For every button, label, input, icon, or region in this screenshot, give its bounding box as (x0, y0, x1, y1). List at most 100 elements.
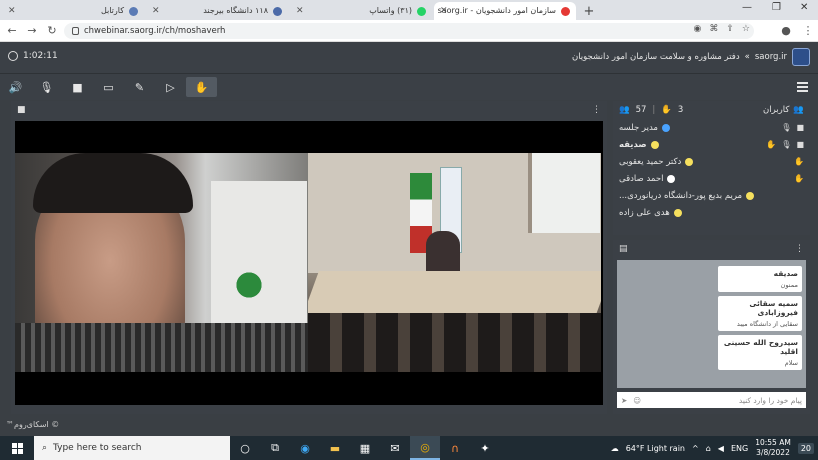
browser-menu-icon[interactable]: ⋮ (800, 24, 816, 37)
camera-icon: ■ (72, 80, 83, 94)
volume-icon[interactable]: ◀ (718, 444, 724, 453)
mail-icon[interactable]: ✉ (380, 436, 410, 460)
users-icon: 👥 (793, 105, 804, 115)
panel-options-icon[interactable]: ⋮ (795, 244, 804, 254)
store-icon[interactable]: ▦ (350, 436, 380, 460)
emoji-icon[interactable]: ☺ (633, 396, 641, 405)
message-text: سقایی از دانشگاه میبد (736, 320, 798, 328)
tab-title: سازمان امور دانشجویان - saorg.ir (437, 6, 556, 15)
app-icon[interactable]: ∩ (440, 436, 470, 460)
app-icon[interactable]: ✦ (470, 436, 500, 460)
user-name: مدیر جلسه (619, 122, 658, 133)
network-icon[interactable]: ⌂ (706, 444, 711, 453)
hand-icon: ✋ (794, 174, 804, 183)
message-author: صدیقه (773, 269, 798, 278)
mic-icon[interactable]: 🎙 (781, 140, 791, 149)
language-indicator[interactable]: ENG (731, 444, 748, 453)
site-name[interactable]: saorg.ir (755, 52, 787, 62)
close-icon[interactable]: ✕ (8, 6, 16, 16)
file-explorer-icon[interactable]: ▬ (320, 436, 350, 460)
chevron-up-icon[interactable]: ^ (692, 444, 699, 453)
task-view-icon[interactable]: ⧉ (260, 436, 290, 460)
camera-permission-icon[interactable]: ◉ (694, 24, 702, 34)
user-row[interactable]: هدی علی زاده (613, 204, 810, 221)
star-icon[interactable]: ☆ (742, 24, 750, 34)
minimize-icon[interactable]: — (742, 2, 752, 13)
screen-share-icon: ▭ (103, 80, 114, 94)
chat-panel: ▤ ⋮ صدیقه ممنون سمیه سقائی فیروزابادی سق… (613, 240, 810, 414)
app-footer: ™اسکای‌روم © (0, 414, 818, 436)
hand-icon: ✋ (766, 140, 777, 149)
user-row[interactable]: مریم بدیع پور-دانشگاه دریانوردی... (613, 187, 810, 204)
media-button[interactable]: ▷ (155, 77, 186, 97)
speaker-button[interactable]: 🔊 (0, 77, 31, 97)
clock-date: 3/8/2022 (756, 448, 790, 457)
browser-tab-bar: کارتابل ✕ ۱۱۸ دانشگاه بیرجند ✕ (۳۱) واتس… (0, 0, 818, 20)
start-button[interactable] (0, 436, 34, 460)
hand-count-icon: ✋ (661, 105, 672, 115)
url-field[interactable]: chwebinar.saorg.ir/ch/moshaverh ◉ ⌘ ⇪ ☆ (64, 23, 754, 39)
user-row[interactable]: احمد صادقی ✋ (613, 170, 810, 187)
close-icon[interactable]: ✕ (296, 6, 304, 16)
profile-icon[interactable]: ● (778, 24, 794, 37)
system-tray: ☁ 64°F Light rain ^ ⌂ ◀ ENG 10:55 AM 3/8… (611, 436, 814, 460)
room-breadcrumb: saorg.ir » دفتر مشاوره و سلامت سازمان ام… (572, 48, 810, 66)
chat-panel-header: ▤ ⋮ (613, 240, 810, 258)
raise-hand-button[interactable]: ✋ (186, 77, 217, 97)
meeting-room-window (528, 153, 600, 233)
chat-messages[interactable]: صدیقه ممنون سمیه سقائی فیروزابادی سقایی … (617, 260, 806, 388)
cam-icon[interactable]: ■ (796, 123, 804, 132)
tab-favicon (417, 7, 426, 16)
new-tab-button[interactable]: + (580, 2, 598, 20)
weather-text[interactable]: 64°F Light rain (626, 444, 685, 453)
edge-icon[interactable]: ◉ (290, 436, 320, 460)
video-stage (15, 121, 603, 405)
browser-tab-active[interactable]: سازمان امور دانشجویان - saorg.ir ✕ (434, 2, 576, 20)
tab-favicon (129, 7, 138, 16)
camera-button[interactable]: ■ (62, 77, 93, 97)
video-panel-header: ■ ⋮ (11, 101, 607, 119)
video-panel: ■ ⋮ (11, 101, 607, 414)
microphone-button[interactable]: 🎙 (31, 77, 62, 97)
cam-icon[interactable]: ■ (796, 140, 804, 149)
users-panel: 👥 کاربران 👥 57 | ✋ 3 مدیر جلسه 🎙 ■ صدیقه … (613, 101, 810, 235)
organization-logo (792, 48, 810, 66)
taskbar-clock[interactable]: 10:55 AM 3/8/2022 (755, 438, 791, 458)
clock-icon (8, 51, 18, 61)
tab-title: (۳۱) واتساپ (369, 6, 412, 15)
translate-icon[interactable]: ⌘ (709, 24, 718, 34)
browser-tab[interactable]: کارتابل ✕ (2, 2, 144, 20)
notification-count[interactable]: 20 (797, 442, 814, 454)
chrome-icon[interactable]: ◎ (410, 436, 440, 460)
share-icon[interactable]: ⇪ (726, 24, 734, 34)
back-icon[interactable]: ← (4, 24, 20, 37)
mic-icon[interactable]: 🎙 (781, 123, 791, 132)
browser-tab[interactable]: (۳۱) واتساپ ✕ (290, 2, 432, 20)
browser-tab[interactable]: ۱۱۸ دانشگاه بیرجند ✕ (146, 2, 288, 20)
reload-icon[interactable]: ↻ (44, 24, 60, 37)
panel-options-icon[interactable]: ⋮ (592, 105, 601, 115)
screen-share-button[interactable]: ▭ (93, 77, 124, 97)
user-icon (685, 157, 694, 166)
chat-icon: ▤ (619, 244, 628, 254)
search-placeholder: Type here to search (53, 443, 142, 453)
address-bar: ← → ↻ chwebinar.saorg.ir/ch/moshaverh ◉ … (0, 20, 818, 42)
close-window-icon[interactable]: ✕ (800, 2, 808, 13)
user-row[interactable]: مدیر جلسه 🎙 ■ (613, 119, 810, 136)
taskbar-search[interactable]: ⌕ Type here to search (34, 436, 230, 460)
maximize-icon[interactable]: ❐ (772, 2, 781, 13)
forward-icon[interactable]: → (24, 24, 40, 37)
close-icon[interactable]: ✕ (152, 6, 160, 16)
close-icon[interactable]: ✕ (440, 6, 448, 16)
user-row[interactable]: دکتر حمید یعقوبی ✋ (613, 153, 810, 170)
hand-icon: ✋ (794, 157, 804, 166)
breadcrumb-separator: » (744, 52, 750, 62)
hamburger-menu-icon[interactable] (797, 82, 808, 94)
background-monitor (211, 181, 307, 331)
send-icon[interactable]: ➤ (621, 396, 627, 405)
user-name: صدیقه (619, 139, 647, 150)
chat-input[interactable]: ➤ ☺ پیام خود را وارد کنید (617, 392, 806, 408)
user-row[interactable]: صدیقه ✋ 🎙 ■ (613, 136, 810, 153)
cortana-icon[interactable]: ○ (230, 436, 260, 460)
whiteboard-button[interactable]: ✎ (124, 77, 155, 97)
